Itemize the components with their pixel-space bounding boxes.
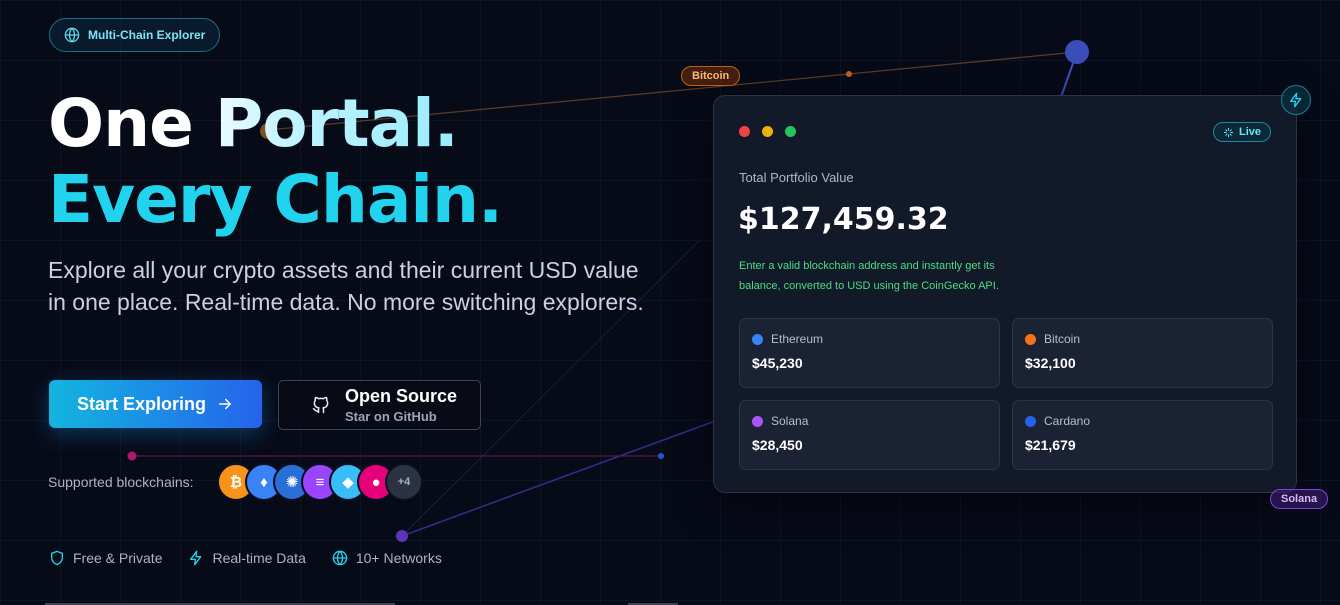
multi-chain-badge: Multi-Chain Explorer [49, 18, 221, 52]
cardano-dot-icon [1025, 415, 1036, 427]
window-controls [739, 126, 796, 137]
solana-tag: Solana [1270, 489, 1329, 509]
asset-name: Bitcoin [1044, 332, 1081, 346]
more-chains-badge: +4 [385, 463, 423, 501]
asset-name: Solana [771, 414, 809, 428]
globe-icon [64, 27, 80, 43]
bitcoin-tag: Bitcoin [681, 66, 741, 86]
open-source-title: Open Source [345, 386, 458, 406]
portfolio-card: Live Total Portfolio Value $127,459.32 E… [713, 95, 1297, 493]
portfolio-value: $127,459.32 [738, 202, 949, 237]
hero-line-2: Every Chain. [48, 161, 503, 238]
asset-name: Ethereum [771, 332, 824, 346]
live-badge: Live [1212, 122, 1271, 142]
feature-free-private: Free & Private [49, 550, 162, 566]
bitcoin-dot-icon [1025, 333, 1036, 345]
hero-subtitle: Explore all your crypto assets and their… [48, 257, 644, 315]
feature-real-time: Real-time Data [188, 550, 306, 566]
supported-blockchains-label: Supported blockchains: [48, 474, 194, 490]
asset-value: $21,679 [1025, 437, 1076, 453]
asset-name: Cardano [1044, 414, 1091, 428]
supported-coins: ₿ ♦ ✺ ≡ ◆ ● +4 [217, 463, 423, 501]
asset-card-ethereum: Ethereum $45,230 [739, 318, 1000, 388]
sparkle-icon [1223, 127, 1234, 137]
asset-grid: Ethereum $45,230 Bitcoin $32,100 Solana … [739, 318, 1273, 470]
start-exploring-button[interactable]: Start Exploring [49, 380, 262, 428]
feature-label: Free & Private [73, 550, 163, 566]
github-icon [312, 396, 329, 414]
quick-action-button[interactable] [1281, 85, 1311, 115]
asset-value: $28,450 [752, 437, 803, 453]
feature-label: 10+ Networks [355, 550, 442, 566]
start-exploring-label: Start Exploring [76, 393, 206, 414]
minimize-dot [762, 126, 773, 137]
bolt-icon [1290, 92, 1302, 108]
solana-dot-icon [752, 415, 763, 427]
portfolio-label: Total Portfolio Value [739, 170, 854, 185]
open-source-button[interactable]: Open Source Star on GitHub [278, 380, 481, 430]
asset-value: $45,230 [752, 355, 803, 371]
hero-line-1: One Portal. [48, 86, 502, 162]
feature-list: Free & Private Real-time Data 10+ Networ… [49, 550, 442, 566]
asset-card-bitcoin: Bitcoin $32,100 [1012, 318, 1273, 388]
asset-card-solana: Solana $28,450 [739, 400, 1000, 470]
maximize-dot [785, 126, 796, 137]
badge-label: Multi-Chain Explorer [88, 28, 206, 42]
portfolio-note: Enter a valid blockchain address and ins… [739, 260, 999, 292]
feature-label: Real-time Data [212, 550, 306, 566]
close-dot [739, 126, 750, 137]
asset-card-cardano: Cardano $21,679 [1012, 400, 1273, 470]
arrow-right-icon [219, 398, 231, 410]
star-github-label: Star on GitHub [345, 409, 437, 424]
bolt-icon [190, 550, 202, 566]
hero-title: One Portal. Every Chain. [48, 86, 503, 238]
open-source-text: Open Source Star on GitHub [345, 386, 457, 424]
asset-value: $32,100 [1025, 355, 1076, 371]
shield-icon [51, 550, 63, 566]
ethereum-dot-icon [752, 333, 763, 345]
globe-icon [332, 550, 348, 566]
live-label: Live [1238, 126, 1261, 138]
feature-networks: 10+ Networks [332, 550, 442, 566]
